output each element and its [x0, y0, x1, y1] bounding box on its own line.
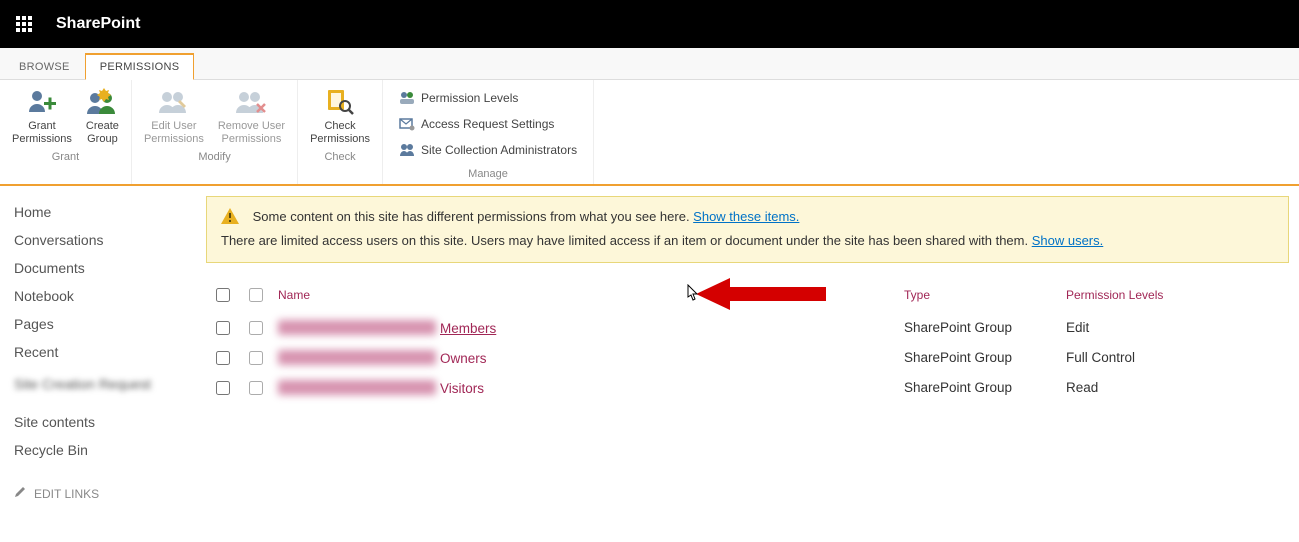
site-collection-admins-icon: [399, 142, 415, 158]
ribbon-group-modify: Edit User Permissions Remove User Permis…: [132, 80, 298, 184]
group-name-redacted: [278, 380, 436, 395]
check-label-1: Check: [324, 120, 355, 133]
group-link-visitors[interactable]: Visitors: [440, 381, 484, 396]
ribbon-group-grant: Grant Permissions Create Group Grant: [0, 80, 132, 184]
site-collection-admins-link[interactable]: Site Collection Administrators: [395, 138, 581, 162]
access-request-label: Access Request Settings: [421, 114, 554, 134]
row-checkbox[interactable]: [216, 321, 230, 335]
edit-links-button[interactable]: EDIT LINKS: [14, 478, 206, 509]
notice-line1-text: Some content on this site has different …: [253, 209, 694, 224]
sidebar-item-documents[interactable]: Documents: [14, 254, 206, 282]
sidebar-item-recycle-bin[interactable]: Recycle Bin: [14, 436, 206, 464]
show-these-items-link[interactable]: Show these items.: [693, 209, 799, 224]
tab-browse[interactable]: BROWSE: [4, 54, 85, 79]
select-all-checkbox[interactable]: [216, 288, 230, 302]
row-type: SharePoint Group: [898, 313, 1060, 343]
row-permission-level: Full Control: [1060, 343, 1289, 373]
ribbon-group-label-grant: Grant: [52, 149, 80, 165]
ribbon-group-manage: Permission Levels Access Request Setting…: [383, 80, 594, 184]
pencil-icon: [14, 486, 26, 501]
col-header-perm[interactable]: Permission Levels: [1060, 281, 1289, 313]
sidebar-item-pages[interactable]: Pages: [14, 310, 206, 338]
edit-user-label-1: Edit User: [151, 120, 196, 133]
row-type: SharePoint Group: [898, 343, 1060, 373]
create-group-label-2: Group: [87, 133, 118, 146]
col-header-name[interactable]: Name: [272, 281, 898, 313]
group-name-redacted: [278, 350, 436, 365]
ribbon-group-label-manage: Manage: [468, 166, 508, 182]
table-row: Owners SharePoint GroupFull Control: [206, 343, 1289, 373]
sidebar-item-site-contents[interactable]: Site contents: [14, 408, 206, 436]
create-group-label-1: Create: [86, 120, 119, 133]
row-type: SharePoint Group: [898, 373, 1060, 403]
grant-permissions-button[interactable]: Grant Permissions: [8, 84, 76, 147]
ribbon-group-check: Check Permissions Check: [298, 80, 383, 184]
row-secondary-checkbox[interactable]: [249, 321, 263, 335]
check-permissions-button[interactable]: Check Permissions: [306, 84, 374, 147]
edit-user-permissions-button[interactable]: Edit User Permissions: [140, 84, 208, 147]
ribbon-tabstrip: BROWSE PERMISSIONS: [0, 48, 1299, 80]
ribbon-group-label-check: Check: [324, 149, 355, 165]
permission-levels-icon: [399, 90, 415, 106]
permissions-notice: Some content on this site has different …: [206, 196, 1289, 263]
edit-user-label-2: Permissions: [144, 133, 204, 146]
sidebar-item-notebook[interactable]: Notebook: [14, 282, 206, 310]
notice-line2-text: There are limited access users on this s…: [221, 233, 1032, 248]
table-row: Visitors SharePoint GroupRead: [206, 373, 1289, 403]
main-content: Some content on this site has different …: [206, 186, 1299, 521]
ribbon: Grant Permissions Create Group Grant: [0, 80, 1299, 186]
ribbon-group-label-modify: Modify: [198, 149, 230, 165]
table-row: Members SharePoint GroupEdit: [206, 313, 1289, 343]
left-nav: HomeConversationsDocumentsNotebookPagesR…: [0, 186, 206, 521]
group-link-owners[interactable]: Owners: [440, 351, 487, 366]
tab-permissions[interactable]: PERMISSIONS: [85, 53, 195, 80]
create-group-icon: [86, 86, 118, 118]
row-checkbox[interactable]: [216, 351, 230, 365]
access-request-icon: [399, 116, 415, 132]
edit-links-label: EDIT LINKS: [34, 487, 99, 501]
select-all-secondary-checkbox[interactable]: [249, 288, 263, 302]
app-launcher-button[interactable]: [0, 0, 48, 48]
create-group-button[interactable]: Create Group: [82, 84, 123, 147]
row-permission-level: Read: [1060, 373, 1289, 403]
remove-user-icon: [235, 86, 267, 118]
edit-user-icon: [158, 86, 190, 118]
warning-icon: [221, 208, 239, 231]
group-name-redacted: [278, 320, 436, 335]
row-secondary-checkbox[interactable]: [249, 351, 263, 365]
waffle-icon: [16, 16, 32, 32]
brand-title: SharePoint: [56, 15, 140, 33]
show-users-link[interactable]: Show users.: [1032, 233, 1104, 248]
row-permission-level: Edit: [1060, 313, 1289, 343]
site-collection-admins-label: Site Collection Administrators: [421, 140, 577, 160]
remove-user-label-1: Remove User: [218, 120, 285, 133]
sidebar-item-home[interactable]: Home: [14, 198, 206, 226]
row-secondary-checkbox[interactable]: [249, 381, 263, 395]
group-link-members[interactable]: Members: [440, 321, 496, 336]
sidebar-item-recent[interactable]: Recent: [14, 338, 206, 366]
col-header-type[interactable]: Type: [898, 281, 1060, 313]
row-checkbox[interactable]: [216, 381, 230, 395]
suite-bar: SharePoint: [0, 0, 1299, 48]
grant-permissions-icon: [26, 86, 58, 118]
remove-user-label-2: Permissions: [222, 133, 282, 146]
access-request-settings-link[interactable]: Access Request Settings: [395, 112, 581, 136]
permissions-table: Name Type Permission Levels Members Share…: [206, 281, 1289, 403]
grant-permissions-label-2: Permissions: [12, 133, 72, 146]
permission-levels-link[interactable]: Permission Levels: [395, 86, 581, 110]
grant-permissions-label-1: Grant: [28, 120, 56, 133]
sidebar-item-site-creation-request[interactable]: Site Creation Request: [14, 370, 206, 398]
check-permissions-icon: [324, 86, 356, 118]
remove-user-permissions-button[interactable]: Remove User Permissions: [214, 84, 289, 147]
sidebar-item-conversations[interactable]: Conversations: [14, 226, 206, 254]
check-label-2: Permissions: [310, 133, 370, 146]
permission-levels-label: Permission Levels: [421, 88, 518, 108]
